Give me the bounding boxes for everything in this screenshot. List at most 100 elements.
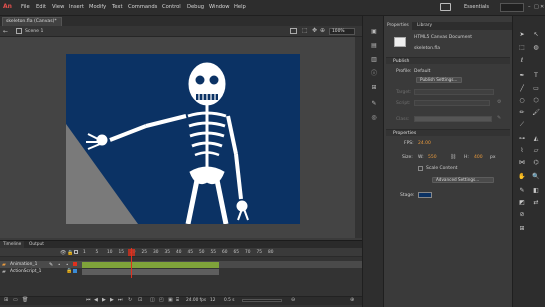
edit-symbol-icon[interactable]: ✥ xyxy=(312,27,317,34)
hand-tool-icon[interactable]: ✋ xyxy=(517,172,527,181)
selection-tool-icon[interactable]: ➤ xyxy=(517,30,527,39)
tab-timeline[interactable]: Timeline xyxy=(0,241,25,248)
tab-output[interactable]: Output xyxy=(26,241,47,248)
fps-readout[interactable]: 24.00 fps xyxy=(186,298,206,303)
playhead[interactable] xyxy=(131,248,132,278)
motion-presets-icon[interactable]: ✎ xyxy=(369,100,379,108)
menu-commands[interactable]: Commands xyxy=(128,4,157,10)
static-frame-span[interactable] xyxy=(82,269,219,275)
elapsed-time-readout[interactable]: 0.5 s xyxy=(224,298,234,303)
onion-skin-icon[interactable]: ◫ xyxy=(150,297,155,303)
close-icon[interactable]: ✕ xyxy=(540,4,544,10)
outline-color-icon[interactable] xyxy=(73,262,77,266)
eraser-tool-icon[interactable]: ▱ xyxy=(531,146,541,155)
document-tab[interactable]: skeleton.fla (Canvas)* × xyxy=(2,17,62,32)
eyedropper-tool-icon[interactable]: ⌇ xyxy=(517,146,527,155)
width-tool-icon[interactable]: ⋈ xyxy=(517,158,527,167)
play-icon[interactable]: ▶ xyxy=(102,297,106,303)
tween-span[interactable] xyxy=(82,262,219,268)
new-layer-icon[interactable]: ⊞ xyxy=(4,297,8,303)
menu-insert[interactable]: Insert xyxy=(69,4,84,10)
next-frame-icon[interactable]: ▶ xyxy=(110,297,114,303)
oval-tool-icon[interactable]: ○ xyxy=(517,96,527,105)
menu-modify[interactable]: Modify xyxy=(89,4,106,10)
stage-scrollbar[interactable] xyxy=(355,37,362,238)
stage-clip-icon[interactable] xyxy=(290,28,297,34)
lasso-tool-icon[interactable]: ℓ xyxy=(517,56,527,65)
prev-frame-icon[interactable]: ◀ xyxy=(94,297,98,303)
show-hide-all-icon[interactable]: 👁 xyxy=(60,250,66,256)
3d-rotation-tool-icon[interactable]: ◍ xyxy=(531,43,541,52)
width-value[interactable]: 550 xyxy=(428,155,437,160)
minimize-icon[interactable]: – xyxy=(528,4,531,10)
bone-tool-icon[interactable]: ⊶ xyxy=(517,134,527,143)
maximize-icon[interactable]: □ xyxy=(534,4,539,10)
stage[interactable] xyxy=(66,54,300,224)
workspace-switcher[interactable]: Essentials xyxy=(464,4,489,10)
new-folder-icon[interactable]: ▭ xyxy=(13,297,18,303)
paint-bucket-tool-icon[interactable]: ◭ xyxy=(531,134,541,143)
no-color-icon[interactable]: ⊘ xyxy=(517,210,527,219)
first-frame-icon[interactable]: ⏮ xyxy=(86,297,91,303)
lock-all-icon[interactable]: 🔒 xyxy=(67,250,73,256)
scale-content-checkbox[interactable] xyxy=(418,166,423,171)
timeline-zoom-slider[interactable] xyxy=(242,299,282,302)
line-tool-icon[interactable]: ╱ xyxy=(517,84,527,93)
paint-brush-tool-icon[interactable]: ⟋ xyxy=(517,120,527,129)
stroke-color-icon[interactable]: ✎ xyxy=(517,186,527,195)
menu-view[interactable]: View xyxy=(52,4,64,10)
publish-section-header[interactable]: Publish xyxy=(386,57,510,64)
delete-layer-icon[interactable]: 🗑 xyxy=(22,297,28,303)
asset-warp-tool-icon[interactable]: ⌬ xyxy=(531,158,541,167)
edit-multiple-icon[interactable]: ▣ xyxy=(168,297,173,303)
timeline-zoom-icon[interactable]: ⊖ xyxy=(291,297,295,303)
free-transform-tool-icon[interactable]: ⬚ xyxy=(517,43,527,52)
transform-panel-icon[interactable]: ⊞ xyxy=(369,84,379,92)
pen-tool-icon[interactable]: ✒ xyxy=(517,71,527,80)
edit-scene-icon[interactable]: ⬚ xyxy=(302,27,308,34)
info-panel-icon[interactable]: ⓘ xyxy=(369,70,379,78)
center-frame-icon[interactable]: ⊡ xyxy=(138,297,142,303)
snap-to-objects-icon[interactable]: ⊞ xyxy=(517,224,527,233)
visibility-dot-icon[interactable]: • xyxy=(58,262,60,267)
layer-name[interactable]: Animation_1 xyxy=(10,261,37,268)
loop-icon[interactable]: ↻ xyxy=(128,297,132,303)
layer-lock-icon[interactable]: 🔒 xyxy=(66,268,72,274)
polystar-tool-icon[interactable]: ⬡ xyxy=(531,96,541,105)
zoom-select[interactable]: 100% xyxy=(329,28,355,35)
rectangle-tool-icon[interactable]: ▭ xyxy=(531,84,541,93)
subselection-tool-icon[interactable]: ↖ xyxy=(531,30,541,39)
color-panel-icon[interactable]: ▥ xyxy=(369,56,379,64)
last-frame-icon[interactable]: ⏭ xyxy=(118,297,123,303)
text-tool-icon[interactable]: T xyxy=(531,71,541,80)
tab-library[interactable]: Library xyxy=(414,22,435,30)
onion-outline-icon[interactable]: ◰ xyxy=(159,297,164,303)
link-dimensions-icon[interactable]: ⛓ xyxy=(450,154,456,160)
fill-color-icon[interactable]: ◧ xyxy=(531,186,541,195)
center-stage-icon[interactable]: ⊕ xyxy=(320,27,325,34)
height-value[interactable]: 400 xyxy=(474,155,483,160)
swap-colors-icon[interactable]: ⇄ xyxy=(531,198,541,207)
menu-debug[interactable]: Debug xyxy=(187,4,204,10)
properties-section-header[interactable]: Properties xyxy=(386,129,510,136)
back-arrow-icon[interactable]: ← xyxy=(3,28,8,35)
sync-icon[interactable] xyxy=(440,3,451,11)
components-panel-icon[interactable]: ◎ xyxy=(369,114,379,122)
advanced-settings-button[interactable]: Advanced Settings... xyxy=(432,177,494,183)
help-search-input[interactable] xyxy=(500,3,524,12)
current-frame-readout[interactable]: 12 xyxy=(210,298,215,303)
timeline-zoom-in-icon[interactable]: ⊕ xyxy=(350,297,354,303)
publish-settings-button[interactable]: Publish Settings... xyxy=(416,77,462,83)
fps-value[interactable]: 24.00 xyxy=(418,141,431,146)
library-panel-icon[interactable]: ▤ xyxy=(369,42,379,50)
modify-markers-icon[interactable]: ⌸ xyxy=(176,297,179,303)
outline-color-icon[interactable] xyxy=(73,269,77,273)
pencil-tool-icon[interactable]: ✏ xyxy=(517,108,527,117)
menu-file[interactable]: File xyxy=(21,4,30,10)
lock-dot-icon[interactable]: • xyxy=(66,262,68,267)
outline-all-icon[interactable] xyxy=(74,250,78,254)
tab-properties[interactable]: Properties xyxy=(384,22,412,30)
stage-color-swatch[interactable] xyxy=(418,192,432,198)
bw-colors-icon[interactable]: ◩ xyxy=(517,198,527,207)
menu-control[interactable]: Control xyxy=(162,4,181,10)
